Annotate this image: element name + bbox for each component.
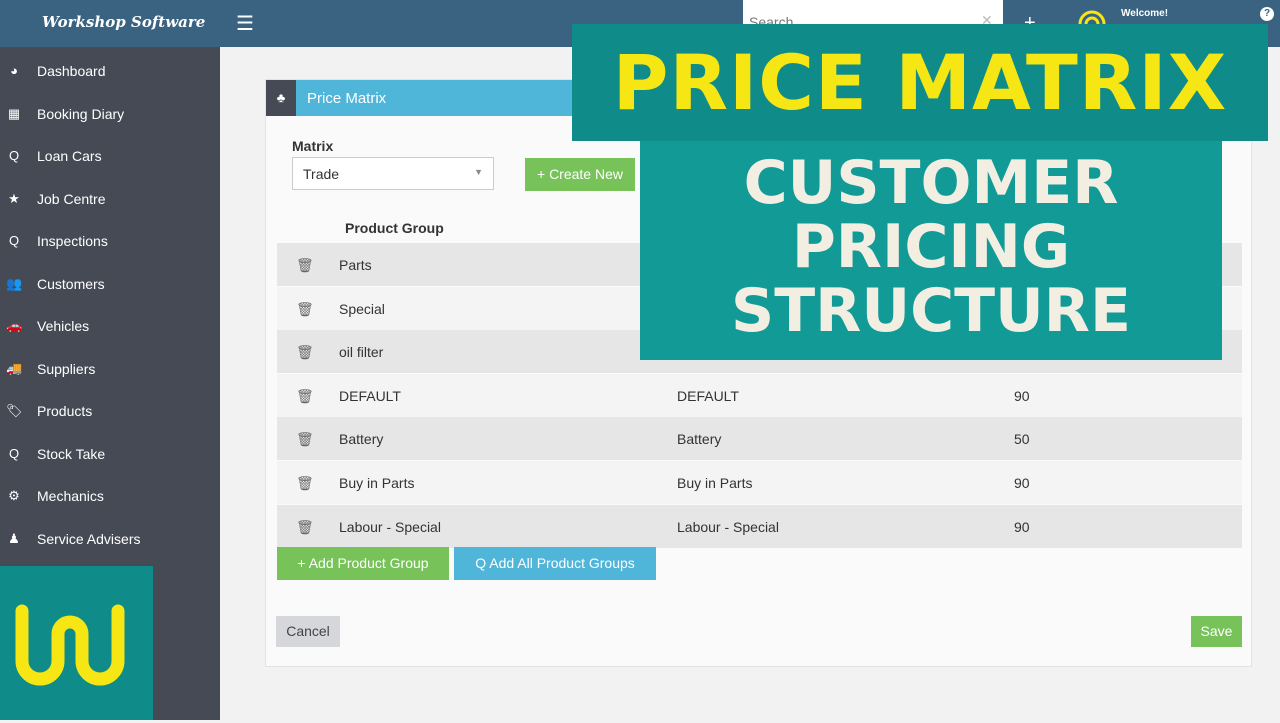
- sidebar-item-job-centre[interactable]: ★ Job Centre: [0, 179, 220, 221]
- truck-icon: 🚚: [6, 360, 23, 376]
- table-row: 🗑 Buy in Parts Buy in Parts 90: [277, 461, 1242, 504]
- sidebar-item-label: Dashboard: [37, 63, 106, 79]
- sidebar-item-inspections[interactable]: Q Inspections: [0, 221, 220, 263]
- car-icon: 🚗: [6, 318, 23, 333]
- add-all-product-groups-button[interactable]: Q Add All Product Groups: [454, 547, 656, 580]
- search-icon: Q: [8, 148, 20, 163]
- product-group-cell: oil filter: [339, 344, 384, 361]
- clear-search-icon[interactable]: ✕: [981, 12, 993, 24]
- sidebar-item-booking-diary[interactable]: ▦ Booking Diary: [0, 94, 220, 136]
- trash-icon[interactable]: 🗑: [296, 475, 314, 492]
- sidebar-item-customers[interactable]: 👥 Customers: [0, 264, 220, 306]
- matrix-label: Matrix: [292, 138, 334, 154]
- sidebar-item-label: Service Advisers: [37, 530, 141, 547]
- sidebar-item-label: Booking Diary: [37, 105, 125, 122]
- search-icon: Q: [8, 233, 20, 248]
- user-icon: ♟: [8, 530, 20, 546]
- product-group-cell: DEFAULT: [339, 387, 401, 404]
- sidebar-item-service-advisers[interactable]: ♟ Service Advisers: [0, 519, 220, 561]
- group-cell: Buy in Parts: [677, 475, 753, 491]
- sidebar-item-label: Stock Take: [37, 445, 106, 462]
- sidebar-item-stock-take[interactable]: Q Stock Take: [0, 434, 220, 476]
- table-row: 🗑 Labour - Special Labour - Special 90: [277, 504, 1242, 548]
- group-cell: Labour - Special: [677, 518, 779, 535]
- users-icon: 👥: [6, 275, 23, 291]
- dashboard-icon: ◕: [10, 63, 18, 78]
- sidebar-item-label: Customers: [37, 275, 105, 292]
- group-cell: DEFAULT: [677, 387, 739, 404]
- sidebar-item-label: Loan Cars: [37, 148, 102, 164]
- add-product-group-button[interactable]: + Add Product Group: [277, 547, 449, 580]
- subtitle-line: PRICING: [791, 212, 1071, 282]
- tags-icon: 🏷: [6, 403, 23, 418]
- value-cell[interactable]: 90: [1014, 388, 1030, 404]
- sidebar-item-label: Vehicles: [37, 318, 90, 334]
- value-cell[interactable]: 50: [1014, 431, 1030, 447]
- sidebar-item-label: Job Centre: [37, 190, 106, 207]
- sidebar-item-label: Mechanics: [37, 488, 104, 504]
- sidebar-item-label: Suppliers: [37, 360, 96, 377]
- subtitle-line: CUSTOMER: [743, 148, 1119, 218]
- save-button[interactable]: Save: [1191, 616, 1242, 647]
- trash-icon[interactable]: 🗑: [296, 519, 314, 536]
- table-row: 🗑 DEFAULT DEFAULT 90: [277, 373, 1242, 417]
- sidebar-item-vehicles[interactable]: 🚗 Vehicles: [0, 306, 220, 348]
- calendar-icon: ▦: [7, 105, 21, 121]
- overlay-subtitle: CUSTOMER PRICING STRUCTURE: [640, 141, 1222, 360]
- brand-logo[interactable]: Workshop Software: [42, 13, 205, 31]
- product-group-cell: Buy in Parts: [339, 475, 415, 491]
- product-group-header: Product Group: [345, 220, 444, 236]
- product-group-cell: Parts: [339, 257, 372, 273]
- star-icon: ★: [8, 190, 20, 206]
- welcome-text: Welcome!: [1121, 8, 1169, 19]
- overlay-title: PRICE MATRIX: [572, 24, 1268, 141]
- create-new-button[interactable]: + Create New: [525, 158, 635, 191]
- trash-icon[interactable]: 🗑: [296, 301, 314, 318]
- matrix-select[interactable]: Trade ▼: [292, 157, 494, 190]
- workshop-software-logo: [0, 566, 153, 720]
- matrix-value: Trade: [303, 166, 340, 182]
- sidebar-item-suppliers[interactable]: 🚚 Suppliers: [0, 349, 220, 391]
- trash-icon[interactable]: 🗑: [296, 388, 314, 405]
- subtitle-line: STRUCTURE: [731, 276, 1131, 346]
- sidebar-item-products[interactable]: 🏷 Products: [0, 391, 220, 433]
- value-cell[interactable]: 90: [1014, 519, 1030, 535]
- sidebar-item-loan-cars[interactable]: Q Loan Cars: [0, 136, 220, 178]
- search-input[interactable]: Search ✕: [743, 0, 1003, 24]
- search-icon: Q: [8, 445, 20, 461]
- caret-down-icon: ▼: [474, 167, 483, 177]
- search-placeholder: Search: [749, 14, 794, 24]
- sidebar-item-label: Products: [37, 403, 93, 419]
- sitemap-icon: ♣: [266, 80, 296, 116]
- help-icon[interactable]: ?: [1260, 7, 1274, 21]
- table-row: 🗑 Battery Battery 50: [277, 417, 1242, 461]
- value-cell[interactable]: 90: [1014, 475, 1030, 491]
- sidebar-item-label: Inspections: [37, 233, 108, 249]
- cogs-icon: ⚙: [8, 488, 20, 503]
- group-cell: Battery: [677, 431, 722, 448]
- trash-icon[interactable]: 🗑: [296, 257, 314, 274]
- sidebar-item-mechanics[interactable]: ⚙ Mechanics: [0, 476, 220, 518]
- cancel-button[interactable]: Cancel: [276, 616, 340, 647]
- panel-title: Price Matrix: [307, 90, 387, 107]
- sidebar-item-dashboard[interactable]: ◕ Dashboard: [0, 51, 220, 93]
- trash-icon[interactable]: 🗑: [296, 431, 314, 448]
- product-group-cell: Battery: [339, 431, 384, 448]
- product-group-cell: Special: [339, 300, 385, 317]
- product-group-cell: Labour - Special: [339, 518, 441, 535]
- menu-toggle-icon[interactable]: ☰: [236, 11, 254, 36]
- trash-icon[interactable]: 🗑: [296, 344, 314, 361]
